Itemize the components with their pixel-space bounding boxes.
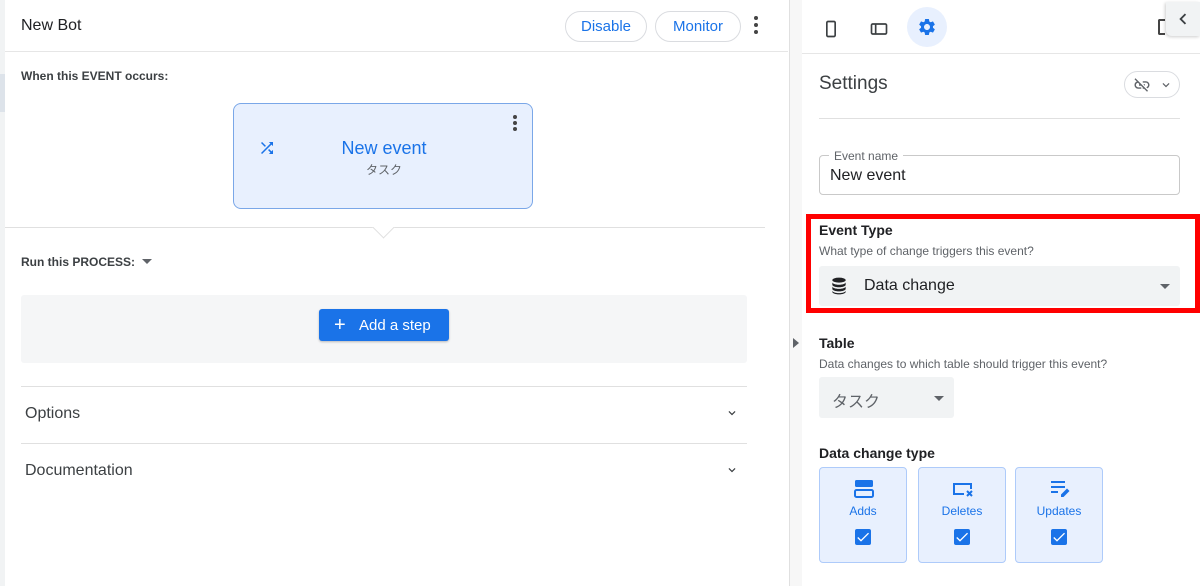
panel-resize-handle[interactable] [790,0,802,586]
bot-editor-panel: New Bot Disable Monitor When this EVENT … [0,0,790,586]
expand-arrow-icon [793,338,799,348]
chevron-down-icon [728,411,736,416]
table-value: タスク [832,394,881,411]
add-step-label: Add a step [359,317,431,334]
link-toggle-button[interactable] [1124,71,1180,98]
divider-notch [371,227,395,239]
settings-panel: Settings Event name New event Event Type… [802,0,1200,586]
event-card-title: New event [341,138,427,158]
settings-toolbar [802,0,1200,54]
bot-title: New Bot [21,17,82,34]
table-subtitle: Data changes to which table should trigg… [819,357,1108,371]
table-title: Table [819,335,855,351]
chevron-down-icon [1162,83,1170,88]
event-name-label: Event name [829,149,904,163]
process-step-area: + Add a step [21,295,747,363]
more-vert-icon[interactable] [749,14,763,38]
data-change-type-title: Data change type [819,445,935,461]
event-name-value: New event [830,167,906,184]
add-step-button[interactable]: + Add a step [319,309,449,341]
accordion-options-label: Options [25,405,81,422]
event-section-label: When this EVENT occurs: [21,69,169,83]
data-change-updates-option[interactable]: Updates [1015,467,1103,563]
phone-view-button[interactable] [812,12,850,46]
phone-icon [826,20,836,38]
tablet-view-button[interactable] [860,12,898,46]
table-select[interactable]: タスク [819,377,954,418]
gear-icon [919,18,935,35]
checkbox-checked-icon[interactable] [855,529,871,545]
settings-divider [819,118,1180,119]
data-change-adds-option[interactable]: Adds [819,467,907,563]
checkbox-checked-icon[interactable] [1051,529,1067,545]
adds-label: Adds [849,504,877,518]
highlight-box [806,214,1200,313]
link-off-icon [1134,78,1150,92]
chevron-left-icon [1179,13,1187,25]
process-section-label: Run this PROCESS: [21,255,136,269]
monitor-button[interactable]: Monitor [655,11,741,42]
process-dropdown-caret-icon[interactable] [142,259,152,264]
left-edge-strip [0,0,5,586]
dropdown-caret-icon [934,396,944,401]
accordion-options[interactable]: Options [21,387,747,442]
updates-icon [1051,481,1070,497]
chevron-down-icon [728,468,736,473]
panel-edge-icon [1158,19,1165,35]
settings-view-button[interactable] [907,7,947,47]
event-card-subtitle: タスク [365,163,402,177]
bot-header: New Bot Disable Monitor [5,0,788,52]
updates-label: Updates [1036,504,1082,518]
tablet-icon [870,23,888,35]
settings-title: Settings [819,73,888,94]
collapse-panel-button[interactable] [1166,2,1200,36]
left-edge-marker [0,74,5,112]
accordion-documentation[interactable]: Documentation [21,444,747,499]
event-card-more-icon[interactable] [512,115,518,133]
plus-icon: + [334,314,346,336]
data-change-deletes-option[interactable]: Deletes [918,467,1006,563]
event-name-field[interactable]: Event name New event [819,149,1180,195]
deletes-icon [953,483,973,497]
event-card[interactable]: New event タスク [233,103,533,209]
disable-button[interactable]: Disable [565,11,647,42]
deletes-label: Deletes [941,504,983,518]
checkbox-checked-icon[interactable] [954,529,970,545]
adds-icon [854,480,874,498]
accordion-documentation-label: Documentation [25,462,133,479]
